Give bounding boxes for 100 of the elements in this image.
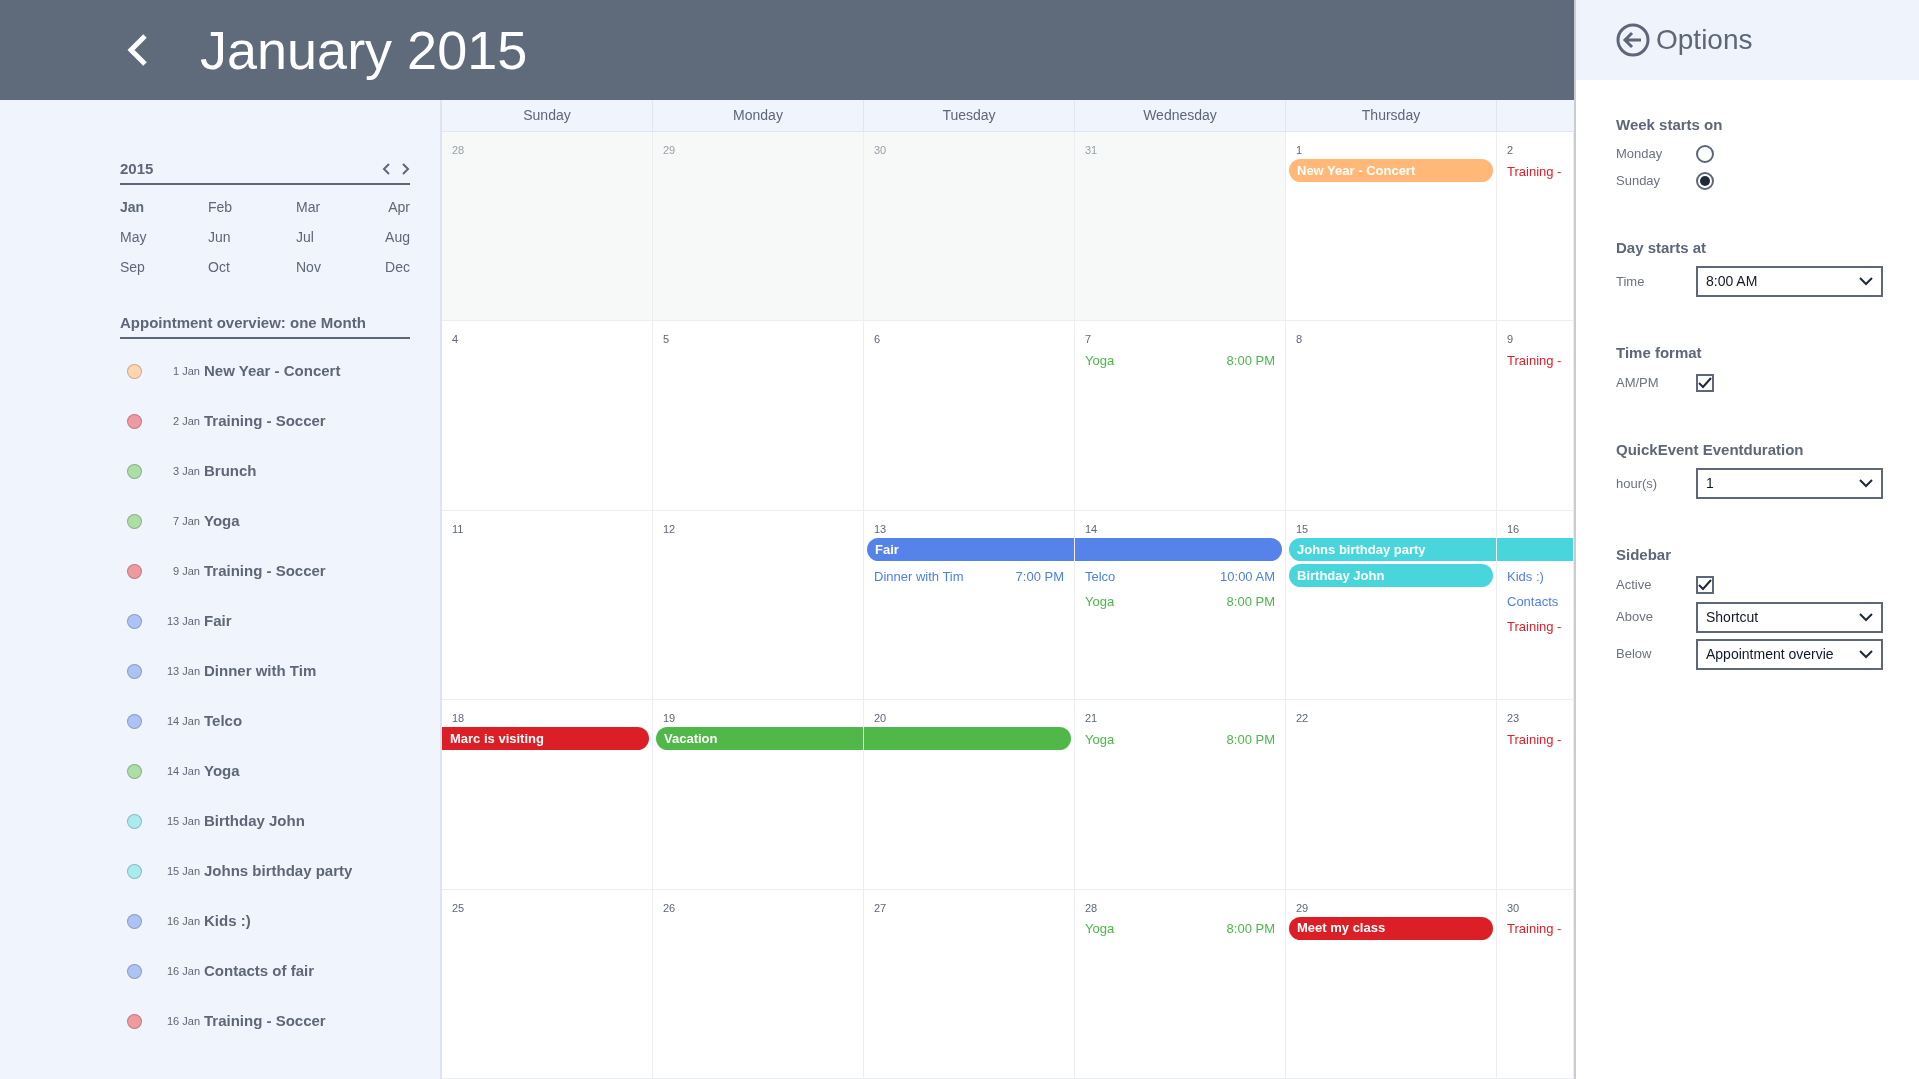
event-title[interactable]: Training - <box>1507 616 1562 637</box>
section-heading: Time format <box>1616 343 1703 363</box>
event-title[interactable]: Dinner with Tim <box>874 566 964 587</box>
day-cell[interactable]: 20 <box>864 700 1075 889</box>
appointment-date: 13 Jan <box>165 614 200 630</box>
appointment-title[interactable]: Johns birthday party <box>204 860 353 883</box>
appointment-date: 1 Jan <box>172 364 200 380</box>
appointment-title[interactable]: Yoga <box>204 510 240 533</box>
weekday-header: Thursday <box>1361 106 1421 125</box>
chevron-right-icon[interactable] <box>402 163 410 176</box>
day-number: 19 <box>662 711 677 727</box>
appointment-date: 3 Jan <box>172 464 200 480</box>
weekday-header: Wednesday <box>1143 106 1217 125</box>
appointment-title[interactable]: Training - Soccer <box>204 560 326 583</box>
dropdown[interactable]: Appointment overvie <box>1696 638 1883 670</box>
event-bar[interactable] <box>1075 537 1282 561</box>
section-heading: Day starts at <box>1616 237 1708 258</box>
appointment-title[interactable]: Training - Soccer <box>204 410 326 433</box>
appointment-title[interactable]: Dinner with Tim <box>204 660 317 683</box>
month-item[interactable]: Jul <box>296 222 384 253</box>
event-bar[interactable] <box>864 727 1071 751</box>
event-title[interactable]: Training - <box>1507 351 1562 371</box>
day-number: 5 <box>662 332 671 348</box>
day-number: 20 <box>873 711 888 727</box>
appointment-date: 14 Jan <box>165 764 200 780</box>
chevron-left-icon[interactable] <box>382 163 390 176</box>
day-number: 7 <box>1084 332 1093 348</box>
day-cell[interactable]: 18 Marc is visiting <box>442 700 653 889</box>
appointment-title[interactable]: Kids :) <box>204 910 251 933</box>
appointment-title[interactable]: New Year - Concert <box>204 360 341 383</box>
checkbox[interactable] <box>1696 575 1714 594</box>
day-number: 31 <box>1084 143 1099 158</box>
option-label: Time <box>1616 272 1646 291</box>
month-item[interactable]: Aug <box>384 222 410 253</box>
chevron-down-icon <box>1859 649 1873 659</box>
appointment-title[interactable]: Yoga <box>204 760 240 783</box>
month-item[interactable]: Dec <box>384 252 410 283</box>
chevron-down-icon <box>1859 479 1873 488</box>
event-bar[interactable]: Meet my class <box>1289 916 1493 940</box>
month-item[interactable]: Mar <box>296 192 384 223</box>
dropdown[interactable]: 1 <box>1696 468 1883 499</box>
event-bar[interactable]: Fair <box>867 537 1074 561</box>
radio-button[interactable] <box>1696 145 1714 163</box>
appointment-date: 9 Jan <box>172 564 200 580</box>
radio-button[interactable] <box>1696 172 1714 190</box>
day-number: 2 <box>1506 143 1515 158</box>
chevron-down-icon <box>1859 277 1873 286</box>
year-label: 2015 <box>120 159 154 179</box>
appointment-date: 2 Jan <box>172 414 200 430</box>
checkbox[interactable] <box>1696 373 1714 392</box>
appointment-title[interactable]: Telco <box>204 710 243 733</box>
event-title[interactable]: Training - <box>1507 729 1562 750</box>
weekday-header: Monday <box>733 106 783 125</box>
day-number: 22 <box>1295 711 1310 727</box>
day-number: 21 <box>1084 711 1099 727</box>
event-title[interactable]: Training - <box>1507 161 1562 182</box>
appointment-title[interactable]: Birthday John <box>204 810 305 833</box>
month-item[interactable]: May <box>120 222 208 253</box>
day-cell[interactable]: 13 Fair Dinner with Tim 7:00 PM <box>864 510 1075 700</box>
dropdown[interactable]: 8:00 AM <box>1696 266 1883 297</box>
month-item[interactable]: Apr <box>384 192 410 223</box>
appointment-date: 13 Jan <box>165 664 200 680</box>
appointment-title[interactable]: Brunch <box>204 460 257 483</box>
day-cell[interactable]: 19 Vacation <box>653 700 864 889</box>
day-cell[interactable]: 29 Meet my class <box>1286 889 1497 1078</box>
day-number: 6 <box>873 332 882 348</box>
event-time: 8:00 PM <box>1226 920 1275 939</box>
option-label: Monday <box>1616 145 1664 164</box>
appointment-title[interactable]: Contacts of fair <box>204 960 314 983</box>
section-heading: QuickEvent Eventduration <box>1616 439 1805 460</box>
month-item[interactable]: Jun <box>208 222 296 253</box>
appointment-title[interactable]: Training - Soccer <box>204 1010 326 1033</box>
dropdown[interactable]: Shortcut <box>1696 601 1883 633</box>
event-bar[interactable]: Marc is visiting <box>442 727 649 751</box>
day-cell[interactable]: 14 Telco 10:00 AM Yoga 8:00 PM <box>1075 510 1286 700</box>
event-title[interactable]: Contacts <box>1507 591 1559 612</box>
month-item[interactable]: Nov <box>296 252 384 283</box>
appointment-date: 16 Jan <box>165 964 200 980</box>
appointment-title[interactable]: Fair <box>204 610 232 633</box>
month-item[interactable]: Feb <box>208 192 296 223</box>
event-time: 10:00 AM <box>1220 567 1275 586</box>
appointment-date: 16 Jan <box>165 914 200 930</box>
appointment-date: 16 Jan <box>165 1014 200 1030</box>
day-number: 9 <box>1506 332 1515 348</box>
appointment-date: 15 Jan <box>165 864 200 880</box>
event-title[interactable]: Training - <box>1507 919 1562 939</box>
section-heading: Sidebar <box>1616 545 1673 565</box>
month-item[interactable]: Sep <box>120 252 208 283</box>
month-item[interactable]: Oct <box>208 252 296 283</box>
day-number: 29 <box>662 143 677 158</box>
event-title[interactable]: Telco <box>1085 566 1116 587</box>
month-item[interactable]: Jan <box>120 192 208 223</box>
day-cell[interactable]: 1 New Year - Concert <box>1286 132 1497 321</box>
appointment-date: 7 Jan <box>172 514 200 530</box>
day-number: 28 <box>451 143 466 158</box>
event-time: 8:00 PM <box>1226 352 1275 371</box>
day-cell[interactable]: 16 Kids :) Contacts Training - <box>1497 510 1574 700</box>
day-number: 30 <box>873 143 888 158</box>
appointment-date: 15 Jan <box>165 814 200 830</box>
event-title[interactable]: Kids :) <box>1507 566 1544 587</box>
